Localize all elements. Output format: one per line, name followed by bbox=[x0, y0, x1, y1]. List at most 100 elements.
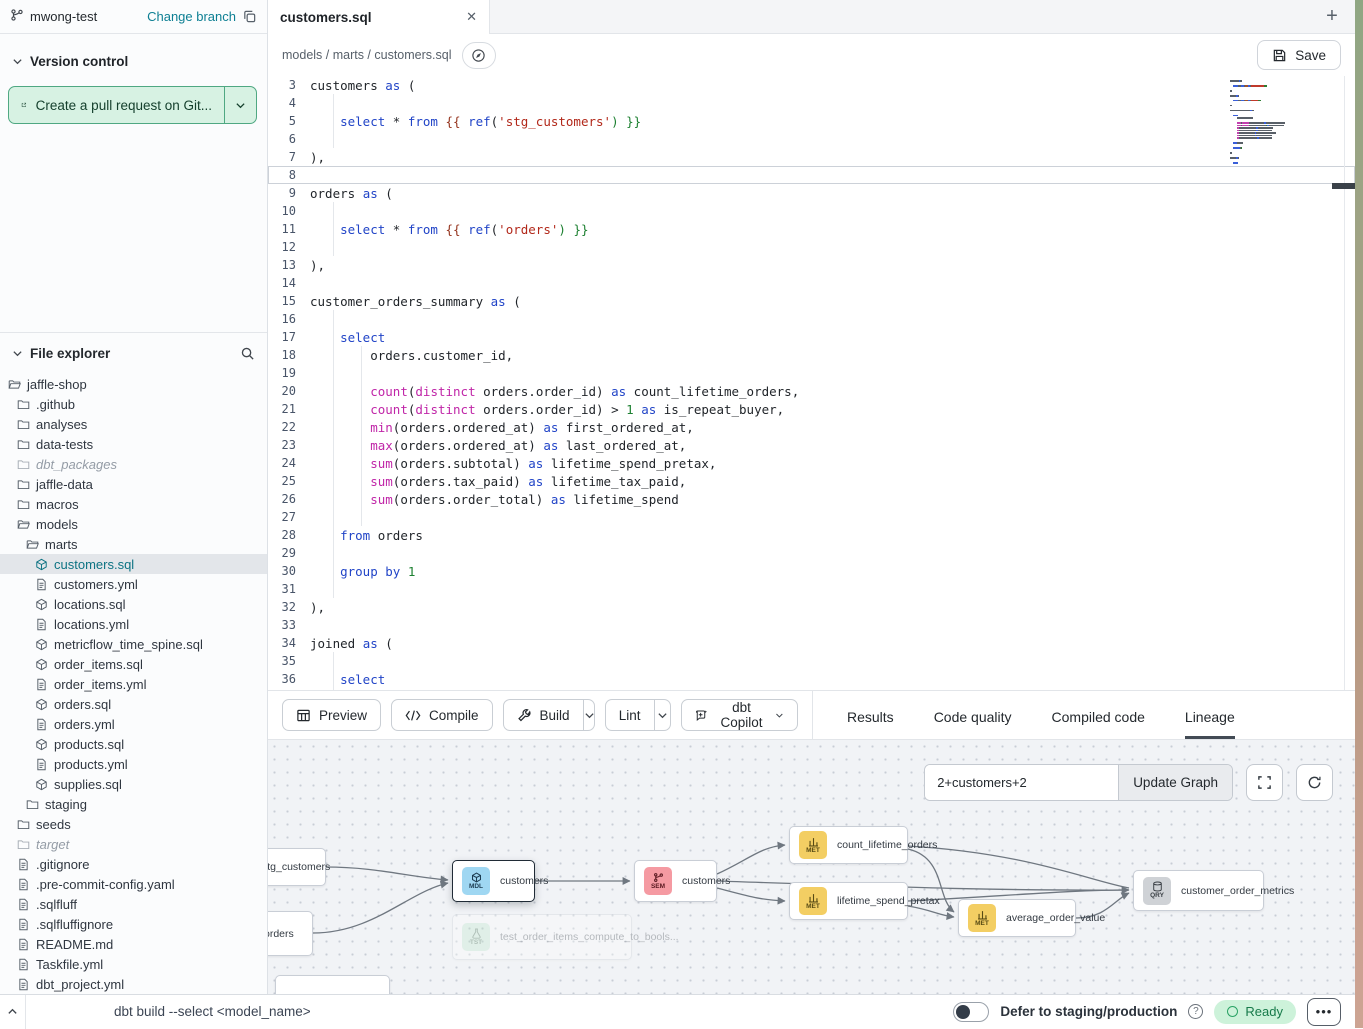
tab-code-quality[interactable]: Code quality bbox=[934, 709, 1012, 739]
lineage-node-count_lifetime_orders[interactable]: METcount_lifetime_orders bbox=[789, 826, 908, 864]
code-line-28[interactable]: 28 from orders bbox=[268, 526, 1355, 544]
update-graph-button[interactable]: Update Graph bbox=[1118, 765, 1232, 800]
tree-item-dbt-project-yml[interactable]: dbt_project.yml bbox=[0, 974, 267, 994]
lineage-node-lifetime_spend_pretax[interactable]: METlifetime_spend_pretax bbox=[789, 882, 908, 920]
fullscreen-button[interactable] bbox=[1246, 764, 1283, 801]
tree-item--github[interactable]: .github bbox=[0, 394, 267, 414]
lint-button[interactable]: Lint bbox=[606, 700, 654, 730]
tree-item-readme-md[interactable]: README.md bbox=[0, 934, 267, 954]
lineage-node-partial[interactable] bbox=[275, 975, 390, 994]
code-line-10[interactable]: 10 bbox=[268, 202, 1355, 220]
new-tab-button[interactable]: + bbox=[1309, 0, 1355, 33]
create-pr-button[interactable]: Create a pull request on Git... bbox=[9, 87, 224, 123]
close-tab-icon[interactable]: ✕ bbox=[466, 9, 477, 25]
tree-item-staging[interactable]: staging bbox=[0, 794, 267, 814]
code-line-4[interactable]: 4 bbox=[268, 94, 1355, 112]
file-explorer-header[interactable]: File explorer bbox=[0, 332, 267, 366]
minimap[interactable] bbox=[1230, 76, 1310, 164]
tree-item-models[interactable]: models bbox=[0, 514, 267, 534]
code-line-14[interactable]: 14 bbox=[268, 274, 1355, 292]
tree-item-marts[interactable]: marts bbox=[0, 534, 267, 554]
help-icon[interactable]: ? bbox=[1188, 1004, 1203, 1019]
tree-item--sqlfluffignore[interactable]: .sqlfluffignore bbox=[0, 914, 267, 934]
tree-item--gitignore[interactable]: .gitignore bbox=[0, 854, 267, 874]
code-line-34[interactable]: 34joined as ( bbox=[268, 634, 1355, 652]
code-line-8[interactable]: 8 bbox=[268, 166, 1355, 184]
lineage-filter-input[interactable] bbox=[925, 765, 1118, 800]
lineage-node-customers[interactable]: MDLcustomers bbox=[452, 860, 535, 902]
tab-compiled-code[interactable]: Compiled code bbox=[1052, 709, 1145, 739]
build-button[interactable]: Build bbox=[504, 700, 583, 730]
tree-item-customers-sql[interactable]: customers.sql bbox=[0, 554, 267, 574]
build-dropdown-caret[interactable] bbox=[583, 700, 595, 730]
code-line-13[interactable]: 13), bbox=[268, 256, 1355, 274]
tree-item-products-sql[interactable]: products.sql bbox=[0, 734, 267, 754]
lineage-node-customer_order_metrics[interactable]: QRYcustomer_order_metrics bbox=[1133, 870, 1264, 911]
code-line-5[interactable]: 5 select * from {{ ref('stg_customers') … bbox=[268, 112, 1355, 130]
code-line-32[interactable]: 32), bbox=[268, 598, 1355, 616]
code-line-31[interactable]: 31 bbox=[268, 580, 1355, 598]
refresh-button[interactable] bbox=[1296, 764, 1333, 801]
code-line-7[interactable]: 7), bbox=[268, 148, 1355, 166]
tree-item-seeds[interactable]: seeds bbox=[0, 814, 267, 834]
copy-branch-icon[interactable] bbox=[242, 9, 257, 24]
collapse-panel-icon[interactable] bbox=[0, 995, 26, 1029]
code-line-16[interactable]: 16 bbox=[268, 310, 1355, 328]
more-options-button[interactable]: ••• bbox=[1307, 998, 1341, 1026]
code-line-15[interactable]: 15customer_orders_summary as ( bbox=[268, 292, 1355, 310]
code-line-33[interactable]: 33 bbox=[268, 616, 1355, 634]
code-line-11[interactable]: 11 select * from {{ ref('orders') }} bbox=[268, 220, 1355, 238]
tree-item-analyses[interactable]: analyses bbox=[0, 414, 267, 434]
tree-item-macros[interactable]: macros bbox=[0, 494, 267, 514]
create-pr-dropdown-caret[interactable] bbox=[224, 87, 256, 123]
code-line-24[interactable]: 24 sum(orders.subtotal) as lifetime_spen… bbox=[268, 454, 1355, 472]
lineage-node-average_order_value[interactable]: METaverage_order_value bbox=[958, 899, 1076, 937]
tree-item-jaffle-data[interactable]: jaffle-data bbox=[0, 474, 267, 494]
code-line-20[interactable]: 20 count(distinct orders.order_id) as co… bbox=[268, 382, 1355, 400]
lineage-node-stg_customers[interactable]: MDLstg_customers bbox=[268, 848, 326, 886]
code-line-23[interactable]: 23 max(orders.ordered_at) as last_ordere… bbox=[268, 436, 1355, 454]
code-line-35[interactable]: 35 bbox=[268, 652, 1355, 670]
code-line-30[interactable]: 30 group by 1 bbox=[268, 562, 1355, 580]
code-line-12[interactable]: 12 bbox=[268, 238, 1355, 256]
tree-item-data-tests[interactable]: data-tests bbox=[0, 434, 267, 454]
tree-item-customers-yml[interactable]: customers.yml bbox=[0, 574, 267, 594]
tree-item-target[interactable]: target bbox=[0, 834, 267, 854]
code-line-6[interactable]: 6 bbox=[268, 130, 1355, 148]
code-editor[interactable]: 3customers as (45 select * from {{ ref('… bbox=[268, 76, 1355, 690]
lineage-panel[interactable]: MDLstg_customersMDLordersMDLcustomersTST… bbox=[268, 740, 1355, 994]
code-line-25[interactable]: 25 sum(orders.tax_paid) as lifetime_tax_… bbox=[268, 472, 1355, 490]
compile-button[interactable]: Compile bbox=[391, 699, 493, 731]
code-line-3[interactable]: 3customers as ( bbox=[268, 76, 1355, 94]
tree-item-metricflow-time-spine-sql[interactable]: metricflow_time_spine.sql bbox=[0, 634, 267, 654]
tab-customers-sql[interactable]: customers.sql ✕ bbox=[268, 0, 490, 34]
tree-item-jaffle-shop[interactable]: jaffle-shop bbox=[0, 374, 267, 394]
tree-item--sqlfluff[interactable]: .sqlfluff bbox=[0, 894, 267, 914]
code-line-17[interactable]: 17 select bbox=[268, 328, 1355, 346]
tree-item-locations-yml[interactable]: locations.yml bbox=[0, 614, 267, 634]
tree-item-supplies-sql[interactable]: supplies.sql bbox=[0, 774, 267, 794]
copilot-compass-icon[interactable] bbox=[462, 42, 496, 69]
lineage-node-customers[interactable]: SEMcustomers bbox=[634, 860, 717, 902]
code-line-36[interactable]: 36 select bbox=[268, 670, 1355, 688]
change-branch-link[interactable]: Change branch bbox=[147, 9, 236, 24]
tree-item--pre-commit-config-yaml[interactable]: .pre-commit-config.yaml bbox=[0, 874, 267, 894]
tree-item-taskfile-yml[interactable]: Taskfile.yml bbox=[0, 954, 267, 974]
code-line-26[interactable]: 26 sum(orders.order_total) as lifetime_s… bbox=[268, 490, 1355, 508]
tree-item-products-yml[interactable]: products.yml bbox=[0, 754, 267, 774]
tree-item-locations-sql[interactable]: locations.sql bbox=[0, 594, 267, 614]
code-line-19[interactable]: 19 bbox=[268, 364, 1355, 382]
tree-item-order-items-yml[interactable]: order_items.yml bbox=[0, 674, 267, 694]
command-input[interactable]: dbt build --select <model_name> bbox=[114, 1004, 311, 1019]
preview-button[interactable]: Preview bbox=[282, 699, 381, 731]
tab-results[interactable]: Results bbox=[847, 709, 894, 739]
tab-lineage[interactable]: Lineage bbox=[1185, 709, 1235, 739]
tree-item-orders-yml[interactable]: orders.yml bbox=[0, 714, 267, 734]
code-line-21[interactable]: 21 count(distinct orders.order_id) > 1 a… bbox=[268, 400, 1355, 418]
editor-scrollbar[interactable] bbox=[1344, 76, 1345, 690]
code-line-29[interactable]: 29 bbox=[268, 544, 1355, 562]
code-line-22[interactable]: 22 min(orders.ordered_at) as first_order… bbox=[268, 418, 1355, 436]
dbt-copilot-button[interactable]: dbt Copilot bbox=[681, 699, 798, 731]
version-control-header[interactable]: Version control bbox=[0, 48, 267, 74]
tree-item-dbt-packages[interactable]: dbt_packages bbox=[0, 454, 267, 474]
